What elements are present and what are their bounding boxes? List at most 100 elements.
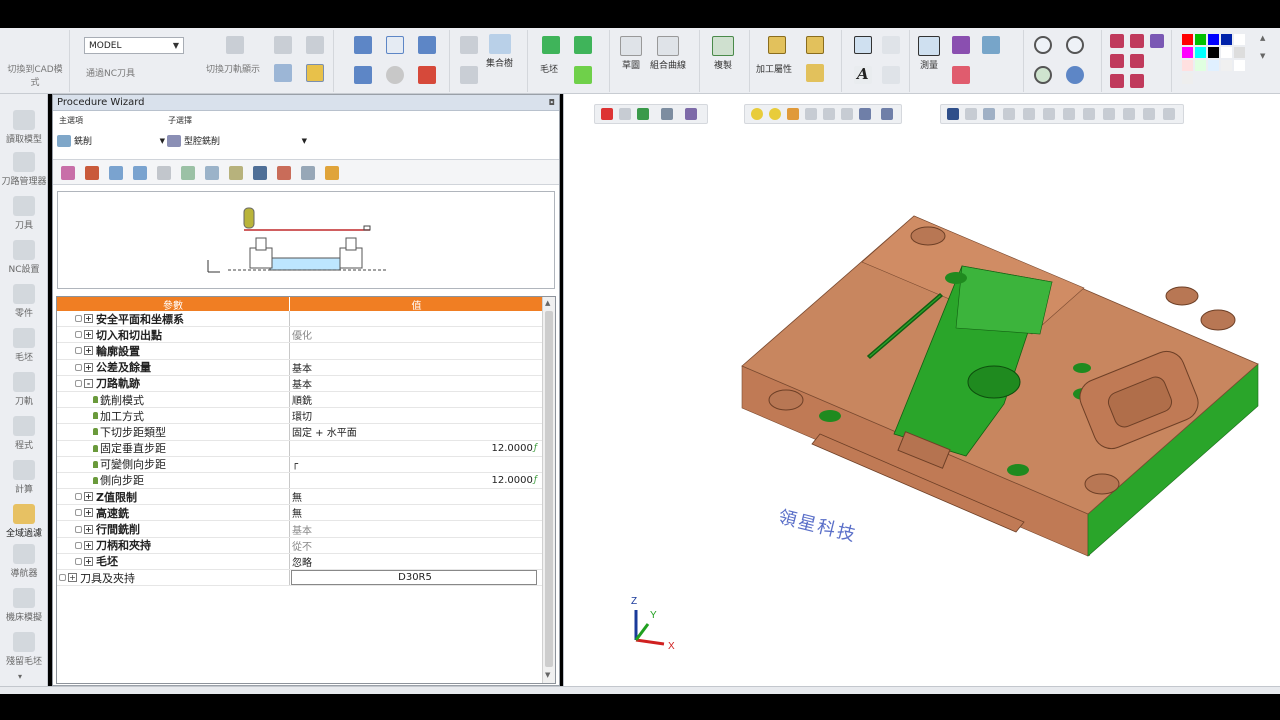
leftbar-item[interactable]: 程式: [0, 416, 48, 451]
formula-icon[interactable]: ƒ: [534, 475, 537, 485]
leftbar-item[interactable]: NC設置: [0, 240, 48, 275]
help-icon[interactable]: [386, 36, 404, 54]
list-icon[interactable]: [354, 66, 372, 84]
lock-icon[interactable]: [75, 315, 82, 323]
param-value-cell[interactable]: 固定 + 水平面: [290, 424, 543, 439]
lock-icon[interactable]: [75, 525, 82, 533]
lock-icon[interactable]: [59, 574, 66, 582]
param-value-cell[interactable]: 基本: [290, 521, 543, 537]
color-swatch[interactable]: [1234, 60, 1245, 71]
leftbar-item[interactable]: 機床模擬: [0, 588, 48, 623]
analysis-icon[interactable]: [952, 36, 970, 54]
surface-icon[interactable]: [574, 36, 592, 54]
table-row[interactable]: + 安全平面和坐標系: [57, 311, 543, 328]
holder-icon[interactable]: [229, 166, 243, 180]
stock-button[interactable]: 毛坯: [540, 60, 558, 75]
scroll-down-icon[interactable]: ▼: [545, 671, 550, 679]
lock-icon[interactable]: [75, 331, 82, 339]
expand-icon[interactable]: +: [84, 508, 93, 518]
param-value-cell[interactable]: [290, 311, 543, 326]
color-swatch[interactable]: [1221, 60, 1232, 71]
leftbar-item[interactable]: 刀具: [0, 196, 48, 231]
tree-icon[interactable]: [460, 36, 478, 54]
color-swatch[interactable]: [1182, 60, 1193, 71]
view-right-icon[interactable]: [1110, 54, 1124, 68]
pan-icon[interactable]: [1066, 66, 1084, 84]
tool-icon[interactable]: [226, 36, 244, 54]
main-option-select[interactable]: 銑削 ▼: [57, 133, 165, 148]
table-row[interactable]: + Z值限制無: [57, 489, 543, 506]
expand-icon[interactable]: +: [84, 492, 93, 502]
table-row[interactable]: 可變側向步距 ┌: [57, 456, 543, 473]
param-value-cell[interactable]: 忽略: [290, 554, 543, 569]
scroll-up-icon[interactable]: ▲: [545, 299, 550, 307]
param-column-header[interactable]: 參數: [57, 297, 290, 312]
color-swatch[interactable]: [1182, 73, 1193, 84]
view-back-icon[interactable]: [1110, 74, 1124, 88]
sub-option-select[interactable]: 型腔銑削 ▼: [167, 133, 307, 148]
table-row[interactable]: 下切步距類型 固定 + 水平面: [57, 424, 543, 441]
expand-icon[interactable]: +: [84, 556, 93, 566]
color-swatch[interactable]: [1208, 47, 1219, 58]
part-model[interactable]: Z Y X: [564, 94, 1280, 686]
chevron-down-icon[interactable]: ▾: [18, 672, 22, 681]
switch-cad-mode-button[interactable]: 切換到CAD模 式: [4, 60, 66, 88]
table-row[interactable]: 側向步距 12.0000 ƒ: [57, 472, 543, 490]
3d-viewport[interactable]: Z Y X 領星科技: [563, 94, 1280, 686]
settings-icon[interactable]: [301, 166, 315, 180]
expand-icon[interactable]: +: [84, 346, 93, 356]
lock-icon[interactable]: [75, 347, 82, 355]
lock-icon[interactable]: [75, 509, 82, 517]
dimension-icon[interactable]: [854, 36, 872, 54]
combined-curve-button[interactable]: 組合曲線: [650, 36, 686, 71]
param-value-cell[interactable]: ┌: [290, 457, 543, 472]
tool-icon[interactable]: [85, 166, 99, 180]
zoom-window-icon[interactable]: [1066, 36, 1084, 54]
leftbar-item[interactable]: 零件: [0, 284, 48, 319]
leftbar-item[interactable]: 全域過濾: [0, 504, 48, 539]
assembly-tree-button[interactable]: 集合樹: [486, 34, 513, 69]
collapse-icon[interactable]: -: [84, 378, 93, 388]
pin-icon[interactable]: ◘: [549, 98, 555, 107]
param-value-cell[interactable]: [290, 343, 543, 358]
load-icon[interactable]: [277, 166, 291, 180]
view-left-icon[interactable]: [1130, 54, 1144, 68]
color-swatch[interactable]: [1195, 47, 1206, 58]
table-row[interactable]: + 高速銑無: [57, 505, 543, 522]
info-icon[interactable]: [386, 66, 404, 84]
view-iso-icon[interactable]: [1110, 34, 1124, 48]
lock-icon[interactable]: [75, 379, 82, 387]
color-swatch[interactable]: [1182, 47, 1193, 58]
save-icon[interactable]: [253, 166, 267, 180]
leftbar-item[interactable]: 讀取模型: [0, 110, 48, 145]
ribbon-scroll[interactable]: ▲ ▼: [1260, 34, 1272, 88]
expand-icon[interactable]: +: [68, 573, 77, 583]
tool-holder-icon[interactable]: [274, 36, 292, 54]
view-bottom-icon[interactable]: [1130, 74, 1144, 88]
universal-nc-tool-button[interactable]: 通過NC刀具: [86, 64, 135, 79]
attribute-icon[interactable]: [768, 36, 786, 54]
sketch-button[interactable]: 草圖: [620, 36, 642, 71]
leftbar-item[interactable]: 刀路管理器: [0, 152, 48, 187]
table-row[interactable]: + 輪廓設置: [57, 343, 543, 360]
color-swatch[interactable]: [1195, 34, 1206, 45]
param-value-cell[interactable]: D30R5: [291, 570, 537, 586]
table-row[interactable]: + 行間銑削 基本: [57, 521, 543, 538]
color-swatch[interactable]: [1195, 60, 1206, 71]
table-row[interactable]: + 刀具及夾持 D30R5: [57, 570, 543, 587]
leftbar-item[interactable]: 刀軌: [0, 372, 48, 407]
levels-icon[interactable]: [133, 166, 147, 180]
lock-icon[interactable]: [75, 541, 82, 549]
hierarchy-icon[interactable]: [460, 66, 478, 84]
report-icon[interactable]: [418, 66, 436, 84]
leftbar-item[interactable]: 殘留毛坯: [0, 632, 48, 667]
plane-icon[interactable]: [542, 36, 560, 54]
table-row[interactable]: + 公差及餘量 基本: [57, 359, 543, 376]
param-value-cell[interactable]: 無: [290, 505, 543, 520]
window-icon[interactable]: [354, 36, 372, 54]
scroll-up-icon[interactable]: ▲: [1260, 34, 1272, 42]
scrollbar-thumb[interactable]: [545, 311, 553, 667]
zoom-fit-icon[interactable]: [1034, 66, 1052, 84]
holder-attr-icon[interactable]: [806, 36, 824, 54]
tool-attr-icon[interactable]: [806, 64, 824, 82]
